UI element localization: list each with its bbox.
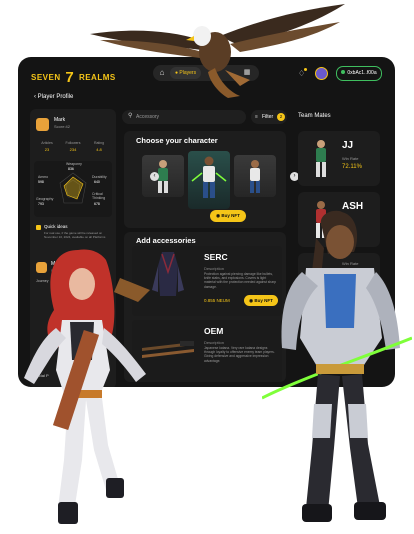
stat-rating: Rating 4.8: [86, 141, 112, 152]
team-mates-title: Team Mates: [298, 113, 331, 119]
player-stats: Articles 23 Followers 234 Rating 4.8: [34, 141, 112, 157]
player-name: Mark: [54, 117, 66, 123]
character-figure: [191, 156, 227, 198]
character-slide-current[interactable]: [188, 151, 230, 209]
search-bar: ⚲: [122, 110, 246, 124]
accessory-name: SERC: [204, 252, 228, 262]
radar-value: 836: [68, 167, 74, 171]
radar-value: 678: [94, 202, 100, 206]
stat-value: 23: [44, 147, 50, 152]
accessory-name: OEM: [204, 326, 224, 336]
player-avatar[interactable]: [36, 118, 49, 131]
character-slide-prev[interactable]: [142, 155, 184, 197]
logo-text-left: SEVEN: [31, 73, 61, 82]
stat-value: 4.8: [96, 147, 102, 152]
accessory-desc-label: Description: [204, 266, 225, 271]
character-slide-next[interactable]: [234, 155, 276, 197]
team-mate-figure: [316, 140, 326, 177]
filter-icon: ≡: [255, 114, 258, 120]
character-figure: [250, 160, 260, 193]
radar-label: Weaponry: [66, 162, 82, 166]
radar-chart: [59, 172, 87, 204]
radar-value: 793: [38, 202, 44, 206]
heroine-illustration: [24, 249, 150, 524]
accessory-desc-label: Description: [204, 340, 225, 345]
quick-ideas-title: Quick ideas: [44, 224, 68, 229]
team-mate-sub: Win Rate: [342, 156, 359, 161]
wallet-address: 0xbAc1..f00a: [347, 70, 377, 76]
hero-illustration: [262, 210, 412, 522]
stat-label: Followers: [65, 141, 81, 145]
skills-radar: Weaponry 836 Durability 640 Critical Thi…: [34, 161, 112, 217]
radar-label: Durability: [92, 175, 107, 179]
filter-count-badge: 2: [277, 113, 285, 121]
stat-followers: Followers 234: [60, 141, 86, 152]
eagle-illustration: [90, 4, 345, 98]
stat-value: 234: [69, 147, 77, 152]
search-input[interactable]: [136, 110, 236, 124]
quick-ideas-text: For real use, if the game will be releas…: [44, 231, 106, 239]
character-figure: [158, 160, 168, 193]
logo-seven: 7: [65, 69, 75, 86]
player-score: Score:42: [54, 124, 71, 129]
page-header[interactable]: ‹ Player Profile: [34, 94, 73, 100]
choose-character-title: Choose your character: [136, 136, 218, 145]
radar-label: Critical Thinking: [92, 192, 106, 200]
carousel-prev-icon[interactable]: ‹: [150, 172, 159, 181]
radar-label: Geography: [36, 197, 54, 201]
filter-label: Filter: [262, 114, 274, 120]
team-mate-card[interactable]: JJ Win Rate 72.11%: [298, 131, 380, 186]
buy-nft-label: Buy NFT: [221, 213, 240, 218]
buy-nft-button[interactable]: ◉ Buy NFT: [210, 210, 246, 222]
radar-label: Ammo: [38, 175, 49, 179]
cart-icon: ◉: [249, 298, 254, 303]
search-icon: ⚲: [128, 113, 133, 119]
team-mate-name: JJ: [342, 140, 354, 151]
idea-icon: [36, 225, 41, 230]
stat-articles: Articles 23: [34, 141, 60, 152]
accessory-price: 0.855 NEUM: [204, 298, 230, 303]
stat-label: Articles: [41, 141, 53, 145]
back-chevron-icon[interactable]: ‹: [34, 94, 36, 100]
team-mate-value: 72.11%: [342, 164, 362, 170]
filter-button[interactable]: ≡ Filter 2: [251, 110, 287, 124]
page-title: Player Profile: [37, 94, 74, 100]
radar-value: 640: [94, 180, 100, 184]
stat-label: Rating: [93, 141, 105, 145]
cart-icon: ◉: [216, 213, 221, 218]
radar-value: 598: [38, 180, 44, 184]
